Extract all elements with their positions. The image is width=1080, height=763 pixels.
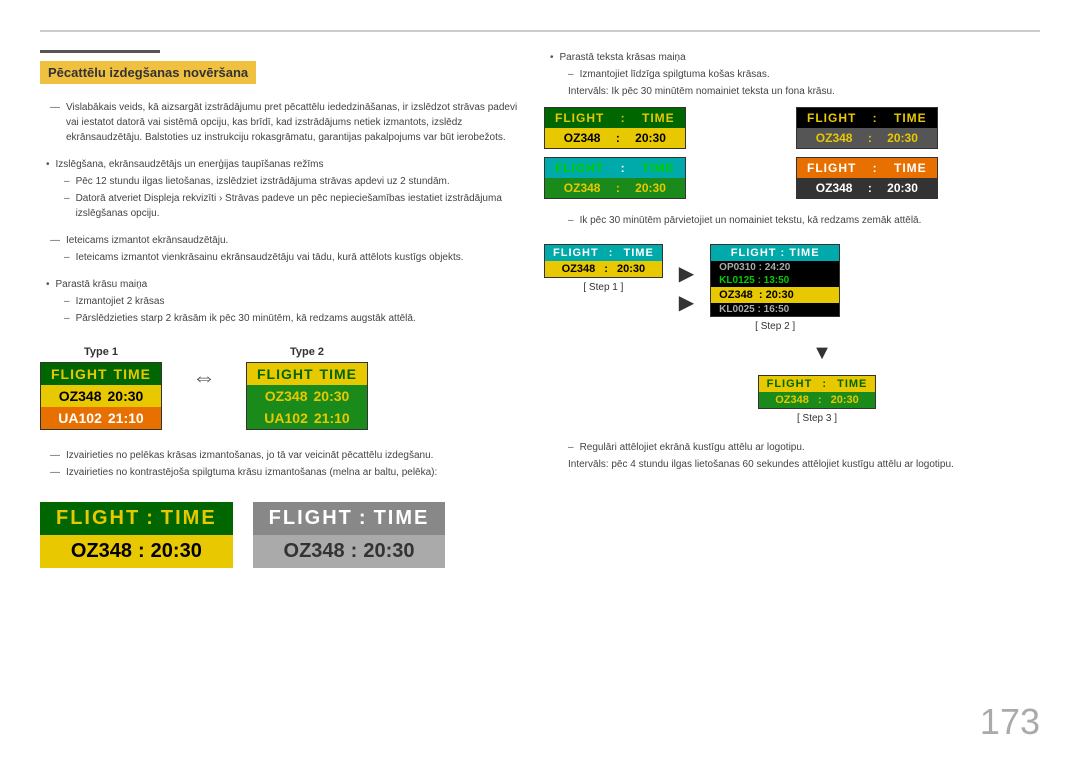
type-comparison: Type 1 FLIGHT TIME OZ348 20:30 UA102 21:: [40, 346, 520, 430]
swap-arrows-icon: ⇔: [192, 364, 216, 392]
large-gray-header: FLIGHT : TIME: [253, 502, 446, 535]
right-column: Parastā teksta krāsas maiņa Izmantojiet …: [544, 50, 1040, 743]
large-widget-gray: FLIGHT : TIME OZ348 : 20:30: [253, 502, 446, 568]
steps-area: FLIGHT : TIME OZ348 : 20:30 [ Step 1 ] ▶…: [544, 244, 1040, 332]
step1-to-step2-arrow: ▶ ▶: [679, 261, 694, 315]
top-divider: [40, 30, 1040, 32]
grid-widget-1: FLIGHT : TIME OZ348 : 20:30: [544, 107, 788, 149]
step2-label: [ Step 2 ]: [755, 321, 795, 332]
grid-widget-2: FLIGHT : TIME OZ348 : 20:30: [796, 107, 1040, 149]
type2-col: Type 2 FLIGHT TIME OZ348 20:30 UA102 21:: [246, 346, 368, 430]
step2-to-step3-arrow: ▼: [604, 342, 1040, 365]
widget-type1-header: FLIGHT TIME: [41, 363, 161, 385]
step3-label: [ Step 3 ]: [797, 413, 837, 424]
large-gray-row: OZ348 : 20:30: [253, 535, 446, 568]
content-area: Pēcattēlu izdegšanas novēršana Vislabāka…: [40, 50, 1040, 743]
step3-widget: FLIGHT : TIME OZ348 : 20:30: [758, 375, 877, 409]
widget-type2: FLIGHT TIME OZ348 20:30 UA102 21:10: [246, 362, 368, 430]
bottom-large-widgets: FLIGHT : TIME OZ348 : 20:30 FLIGHT :: [40, 502, 520, 568]
bottom-dash-1: Izvairieties no pelēkas krāsas izmantoša…: [40, 448, 520, 482]
dash-item-screensaver: Ieteicams izmantot ekrānsaudzētāju. Iete…: [40, 233, 520, 267]
step1-col: FLIGHT : TIME OZ348 : 20:30 [ Step 1 ]: [544, 244, 663, 293]
bullet-item-1: Izslēgšana, ekrānsaudzētājs un enerģijas…: [40, 157, 520, 223]
left-column: Pēcattēlu izdegšanas novēršana Vislabāka…: [40, 50, 520, 743]
grid-widget-4: FLIGHT : TIME OZ348 : 20:30: [796, 157, 1040, 199]
scroll-row-1: OP0310 : 24:20: [711, 261, 839, 274]
step1-widget: FLIGHT : TIME OZ348 : 20:30: [544, 244, 663, 278]
intro-text: Vislabākais veids, kā aizsargāt izstrādā…: [50, 100, 520, 145]
step3-col: FLIGHT : TIME OZ348 : 20:30 [ Step 3 ]: [594, 375, 1040, 424]
widget-type1-row-ua: UA102 21:10: [41, 407, 161, 429]
large-green-header: FLIGHT : TIME: [40, 502, 233, 535]
scroll-row-2: KL0125 : 13:50: [711, 274, 839, 287]
page: Pēcattēlu izdegšanas novēršana Vislabāka…: [0, 0, 1080, 763]
widget-type1: FLIGHT TIME OZ348 20:30 UA102 21:10: [40, 362, 162, 430]
scroll-row-main: OZ348 : 20:30: [711, 287, 839, 303]
flight-widget-grid: FLIGHT : TIME OZ348 : 20:30 FLIGHT : TIM…: [544, 107, 1040, 199]
section-title: Pēcattēlu izdegšanas novēršana: [40, 50, 520, 90]
right-step-desc: Ik pēc 30 minūtēm pārvietojiet un nomain…: [568, 213, 1040, 228]
widget-type2-header: FLIGHT TIME: [247, 363, 367, 385]
bullet-item-colors: Parastā krāsu maiņa Izmantojiet 2 krāsas…: [40, 277, 520, 328]
large-widget-green: FLIGHT : TIME OZ348 : 20:30: [40, 502, 233, 568]
grid-widget-3: FLIGHT : TIME OZ348 : 20:30: [544, 157, 788, 199]
page-number: 173: [980, 701, 1040, 743]
large-green-row: OZ348 : 20:30: [40, 535, 233, 568]
step2-scroll-widget: FLIGHT : TIME OP0310 : 24:20 KL0125 : 13…: [710, 244, 840, 317]
widget-type2-row-ua: UA102 21:10: [247, 407, 367, 429]
widget-type2-row-oz: OZ348 20:30: [247, 385, 367, 407]
step2-col: FLIGHT : TIME OP0310 : 24:20 KL0125 : 13…: [710, 244, 840, 332]
widget-type1-row-oz: OZ348 20:30: [41, 385, 161, 407]
step1-label: [ Step 1 ]: [583, 282, 623, 293]
right-bullet: Parastā teksta krāsas maiņa Izmantojiet …: [544, 50, 1040, 99]
scroll-row-4: KL0025 : 16:50: [711, 303, 839, 316]
type1-col: Type 1 FLIGHT TIME OZ348 20:30 UA102 21:: [40, 346, 162, 430]
right-bottom-text: Regulāri attēlojiet ekrānā kustīgu attēl…: [544, 440, 1040, 472]
